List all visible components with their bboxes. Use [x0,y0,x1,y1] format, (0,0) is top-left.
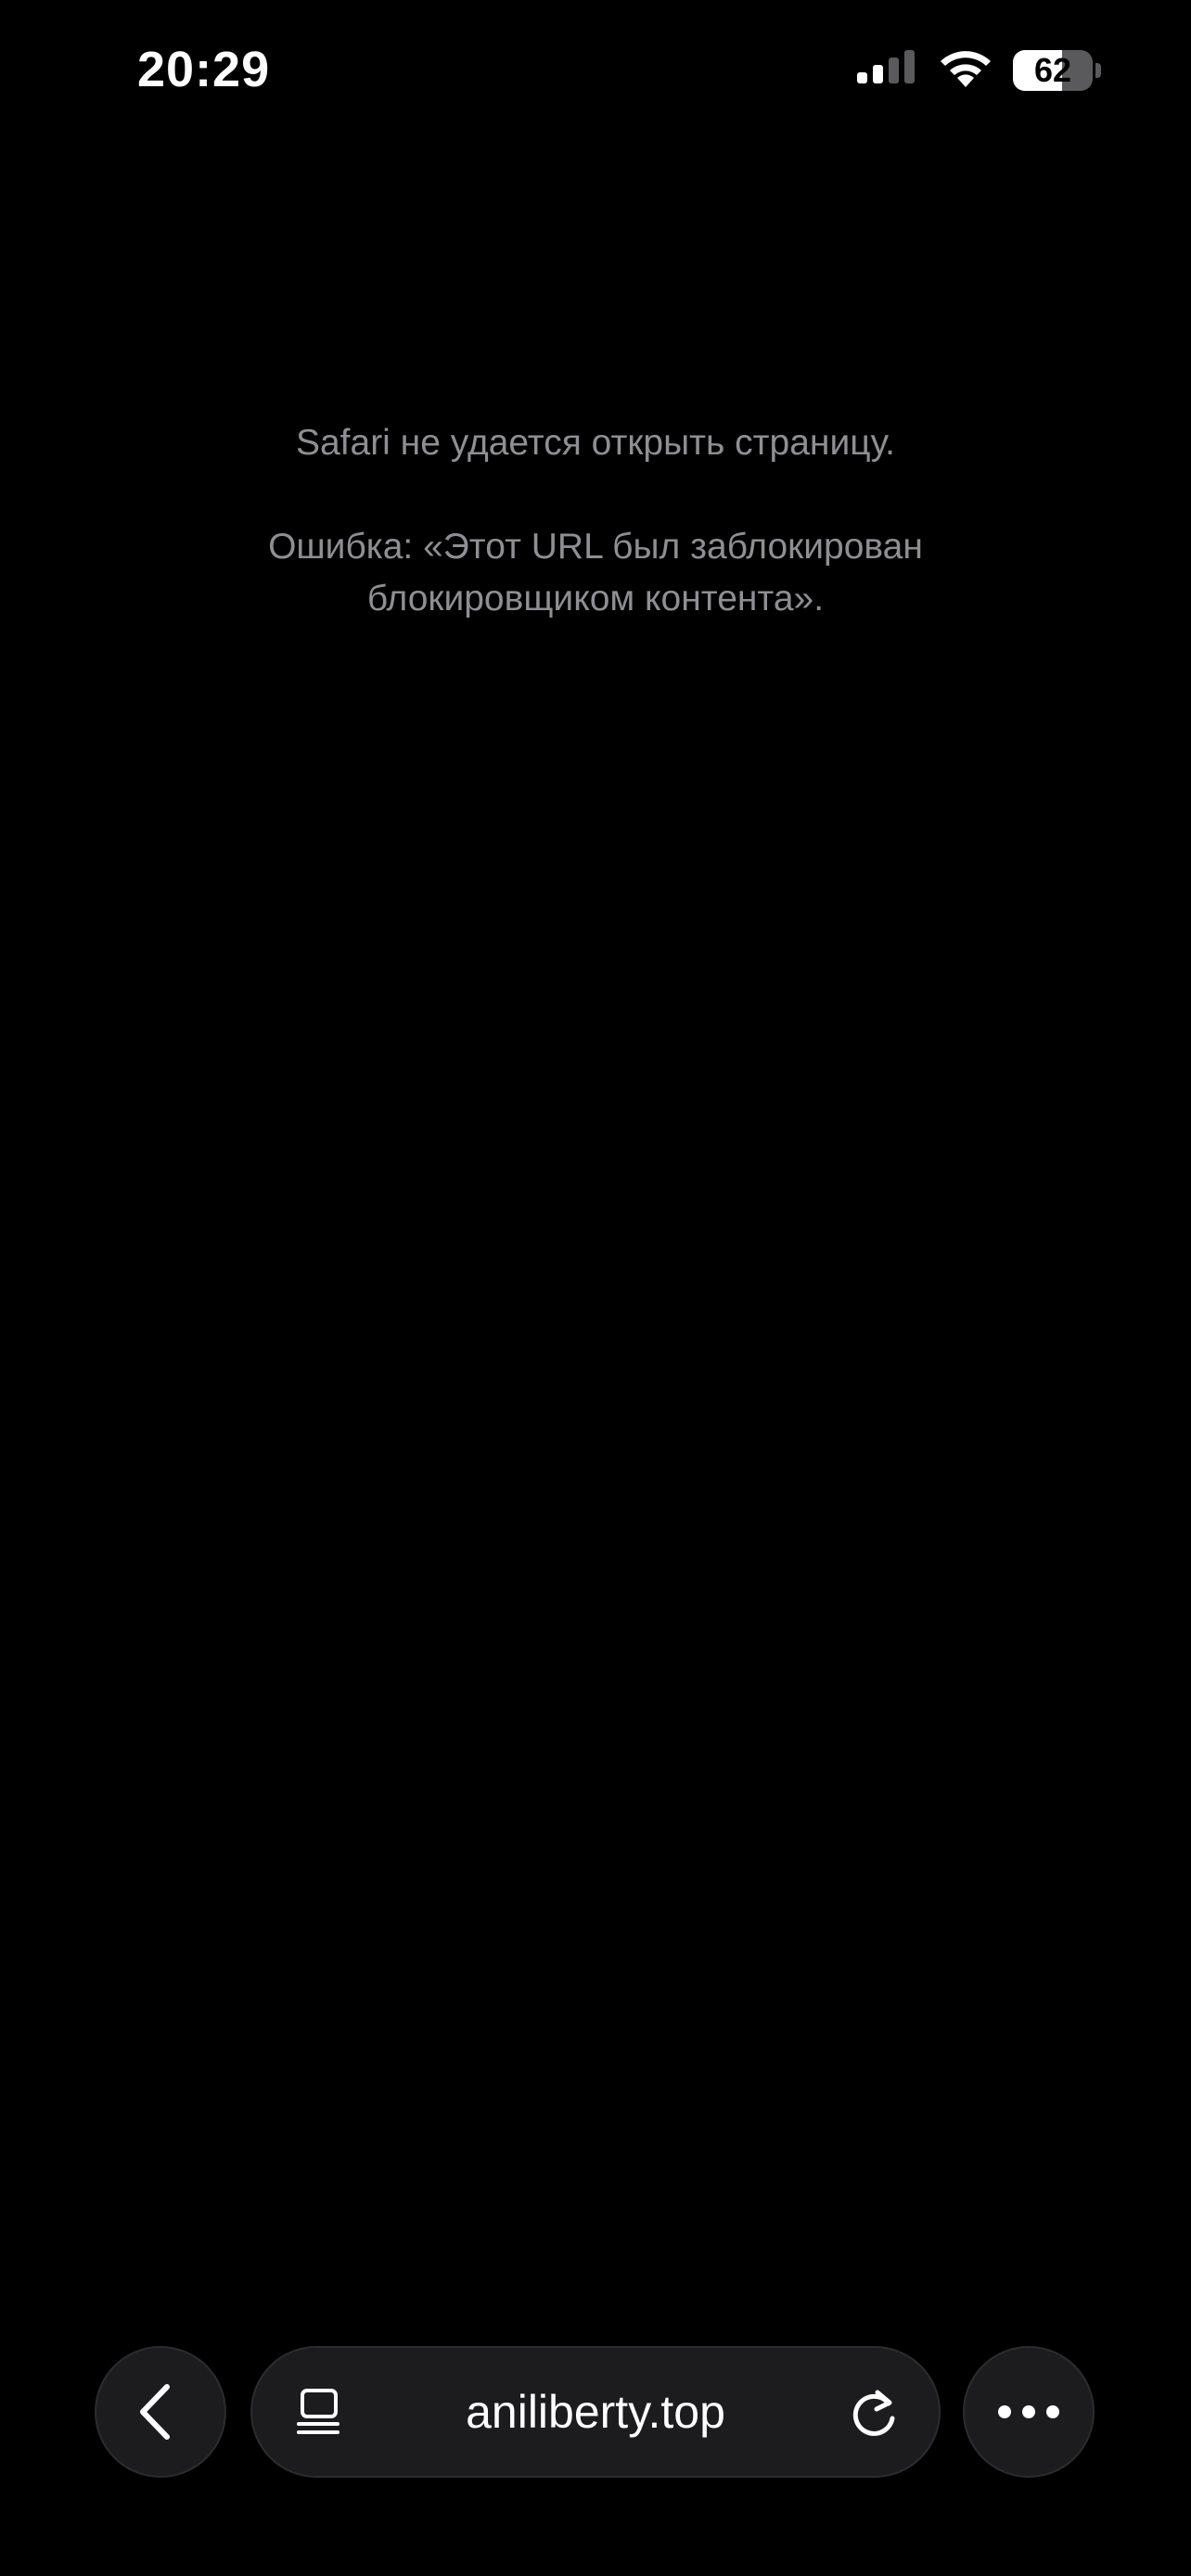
more-button[interactable] [963,2346,1095,2478]
error-message: Safari не удается открыть страницу. Ошиб… [0,417,1191,625]
more-icon [998,2405,1059,2418]
chevron-left-icon [140,2384,170,2440]
battery-indicator: 62 [1013,50,1102,91]
error-detail: Ошибка: «Этот URL был заблокирован блоки… [268,527,923,618]
status-time: 20:29 [137,42,271,97]
address-url[interactable]: aniliberty.top [354,2348,837,2476]
cellular-signal-icon [857,50,915,83]
battery-level: 62 [1033,51,1072,89]
status-bar: 20:29 62 [0,0,1191,139]
home-indicator-area [0,2494,1191,2576]
back-button[interactable] [95,2346,226,2478]
reload-icon[interactable] [846,2383,902,2441]
browser-toolbar: aniliberty.top [0,2346,1191,2480]
wifi-icon [941,51,991,87]
error-title: Safari не удается открыть страницу. [295,423,896,463]
page-menu-icon[interactable] [293,2385,347,2439]
address-bar[interactable]: aniliberty.top [250,2346,941,2478]
